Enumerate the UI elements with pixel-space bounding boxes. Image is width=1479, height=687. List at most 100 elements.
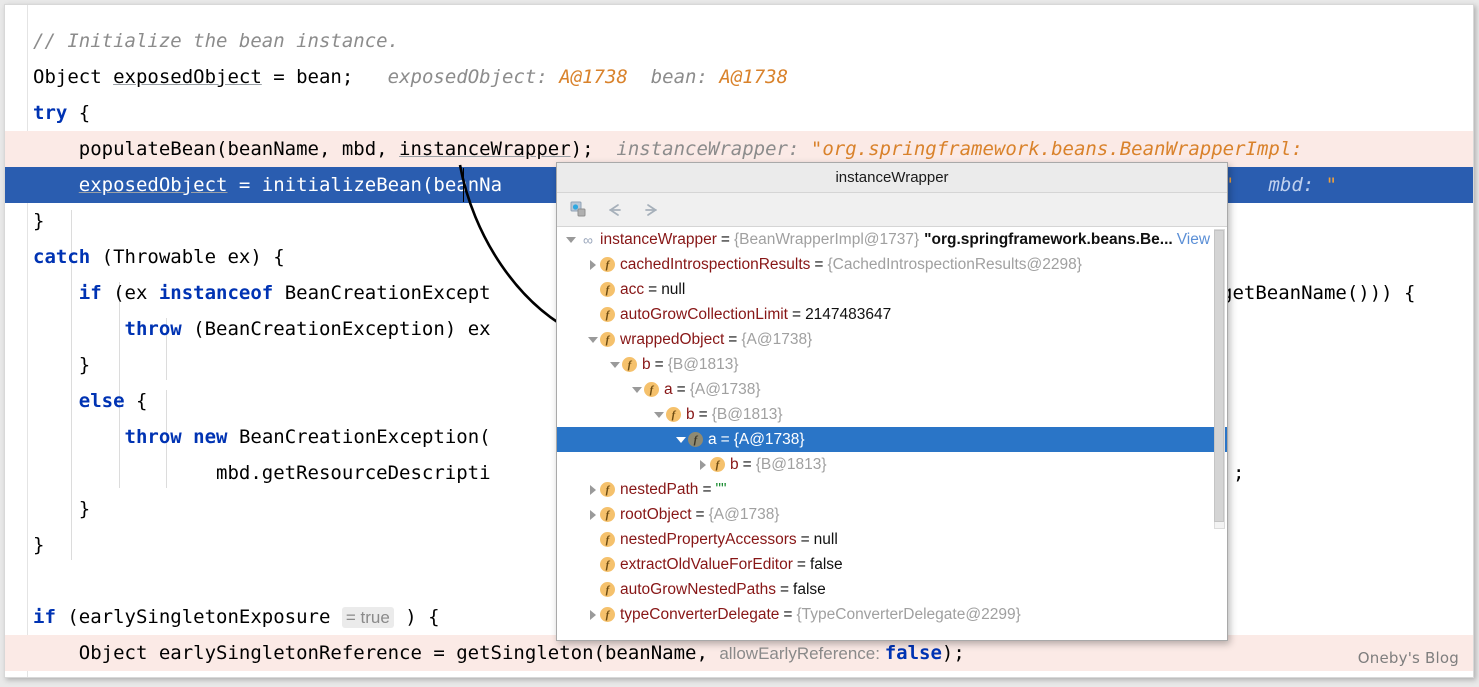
back-arrow-icon[interactable] bbox=[603, 198, 627, 222]
keyword-throw: throw bbox=[124, 318, 182, 340]
tree-row[interactable]: f wrappedObject = {A@1738} bbox=[557, 327, 1227, 352]
code-line-1[interactable]: // Initialize the bean instance. bbox=[5, 23, 1473, 59]
tree-row[interactable]: f rootObject = {A@1738} bbox=[557, 502, 1227, 527]
tree-row[interactable]: f b = {B@1813} bbox=[557, 452, 1227, 477]
tree-row[interactable]: f autoGrowNestedPaths = false bbox=[557, 577, 1227, 602]
tree-node-value: {CachedIntrospectionResults@2298} bbox=[827, 255, 1082, 273]
code-text: } bbox=[33, 210, 45, 232]
chevron-down-icon[interactable] bbox=[629, 377, 644, 402]
tree-row[interactable]: f a = {A@1738} bbox=[557, 377, 1227, 402]
field-icon: f bbox=[600, 607, 615, 622]
field-icon: f bbox=[710, 457, 725, 472]
tree-node-name: extractOldValueForEditor bbox=[620, 555, 793, 573]
field-icon: f bbox=[600, 482, 615, 497]
tree-row[interactable]: f typeConverterDelegate = {TypeConverterDel… bbox=[557, 602, 1227, 627]
tree-node-equals: = bbox=[702, 480, 712, 498]
variables-tree[interactable]: ∞ instanceWrapper = {BeanWrapperImpl@1737} "… bbox=[557, 227, 1227, 640]
editor-frame: // Initialize the bean instance. Object … bbox=[4, 4, 1474, 678]
field-icon: f bbox=[600, 257, 615, 272]
inline-hint-value-mbd: " bbox=[1325, 174, 1338, 196]
value-inspector-popup[interactable]: instanceWrapper ∞ instanceWrapper = {Bea… bbox=[556, 162, 1228, 641]
chevron-down-icon[interactable] bbox=[563, 227, 578, 252]
tree-node-equals: = bbox=[800, 530, 810, 548]
tree-row[interactable]: f a = {A@1738} bbox=[557, 427, 1227, 452]
chevron-right-icon[interactable] bbox=[585, 602, 600, 627]
field-icon: f bbox=[688, 432, 703, 447]
tree-node-name: rootObject bbox=[620, 505, 692, 523]
inline-debug-value: = true bbox=[341, 607, 394, 628]
forward-arrow-icon[interactable] bbox=[639, 198, 663, 222]
inline-hint-bean: bean: bbox=[627, 66, 720, 88]
keyword-else: else bbox=[78, 390, 125, 412]
popup-toolbar[interactable] bbox=[557, 193, 1227, 227]
twisty-placeholder bbox=[585, 552, 600, 577]
tree-node-value: {A@1738} bbox=[733, 430, 805, 448]
chevron-right-icon[interactable] bbox=[695, 452, 710, 477]
twisty-placeholder bbox=[585, 302, 600, 327]
field-icon: f bbox=[666, 407, 681, 422]
tree-row[interactable]: f nestedPath = "" bbox=[557, 477, 1227, 502]
tree-row[interactable]: ∞ instanceWrapper = {BeanWrapperImpl@1737} "… bbox=[557, 227, 1227, 252]
keyword-catch: catch bbox=[33, 246, 91, 268]
tree-row[interactable]: f autoGrowCollectionLimit = 2147483647 bbox=[557, 302, 1227, 327]
code-text: exposedObject = initializeBean(beanNa bbox=[78, 174, 503, 196]
view-link[interactable]: View bbox=[1177, 231, 1210, 249]
chevron-right-icon[interactable] bbox=[585, 252, 600, 277]
code-text: { bbox=[67, 102, 91, 124]
tree-row[interactable]: f acc = null bbox=[557, 277, 1227, 302]
tree-scrollbar-track[interactable] bbox=[1214, 229, 1225, 529]
tree-node-value: {A@1738} bbox=[741, 330, 813, 348]
tree-rows: ∞ instanceWrapper = {BeanWrapperImpl@1737} "… bbox=[557, 227, 1227, 627]
keyword-if: if bbox=[78, 282, 102, 304]
chevron-down-icon[interactable] bbox=[607, 352, 622, 377]
tree-row[interactable]: f nestedPropertyAccessors = null bbox=[557, 527, 1227, 552]
code-line-2[interactable]: Object exposedObject = bean; exposedObje… bbox=[5, 59, 1473, 95]
tree-row[interactable]: f b = {B@1813} bbox=[557, 402, 1227, 427]
field-icon: f bbox=[600, 532, 615, 547]
inline-hint-mbd: mbd: bbox=[1234, 174, 1326, 196]
twisty-placeholder bbox=[585, 277, 600, 302]
code-text: } bbox=[33, 534, 45, 556]
tree-node-value: null bbox=[813, 530, 838, 548]
chevron-down-icon[interactable] bbox=[585, 327, 600, 352]
code-text: (ex bbox=[101, 282, 159, 304]
code-text: ) { bbox=[393, 606, 440, 628]
tree-node-equals: = bbox=[742, 455, 752, 473]
twisty-placeholder bbox=[585, 527, 600, 552]
field-icon: f bbox=[644, 382, 659, 397]
inline-hint-value-exposedobject: A@1738 bbox=[559, 66, 628, 88]
tree-node-name: instanceWrapper bbox=[600, 230, 717, 248]
tree-node-equals: = bbox=[792, 305, 802, 323]
tree-row[interactable]: f b = {B@1813} bbox=[557, 352, 1227, 377]
keyword-if: if bbox=[33, 606, 56, 628]
code-line-3[interactable]: try { bbox=[5, 95, 1473, 131]
keyword-throw: throw bbox=[124, 426, 182, 448]
tree-node-name: nestedPropertyAccessors bbox=[620, 530, 797, 548]
popup-title: instanceWrapper bbox=[557, 163, 1227, 193]
tree-row[interactable]: f cachedIntrospectionResults = {CachedIntro… bbox=[557, 252, 1227, 277]
chevron-right-icon[interactable] bbox=[585, 502, 600, 527]
field-icon: f bbox=[600, 507, 615, 522]
inline-hint-allowearlyreference: allowEarlyReference: bbox=[719, 644, 885, 663]
tree-node-name: wrappedObject bbox=[620, 330, 725, 348]
code-comment: // Initialize the bean instance. bbox=[33, 30, 400, 52]
tree-node-value: {A@1738} bbox=[689, 380, 761, 398]
code-fragment-semicolon: ; bbox=[1233, 462, 1245, 484]
chevron-down-icon[interactable] bbox=[673, 427, 688, 452]
chevron-right-icon[interactable] bbox=[585, 477, 600, 502]
tree-row[interactable]: f extractOldValueForEditor = false bbox=[557, 552, 1227, 577]
tree-node-equals: = bbox=[720, 230, 730, 248]
tree-node-value: 2147483647 bbox=[805, 305, 892, 323]
tree-node-equals: = bbox=[720, 430, 730, 448]
tree-node-name: autoGrowNestedPaths bbox=[620, 580, 776, 598]
inspect-icon[interactable] bbox=[567, 198, 591, 222]
chevron-down-icon[interactable] bbox=[651, 402, 666, 427]
tree-node-value: null bbox=[661, 280, 686, 298]
screenshot-root: // Initialize the bean instance. Object … bbox=[0, 0, 1479, 687]
tree-node-value: false bbox=[809, 555, 843, 573]
tree-scrollbar-thumb[interactable] bbox=[1214, 230, 1224, 522]
tree-node-name: nestedPath bbox=[620, 480, 699, 498]
code-text: BeanCreationExcept bbox=[273, 282, 491, 304]
